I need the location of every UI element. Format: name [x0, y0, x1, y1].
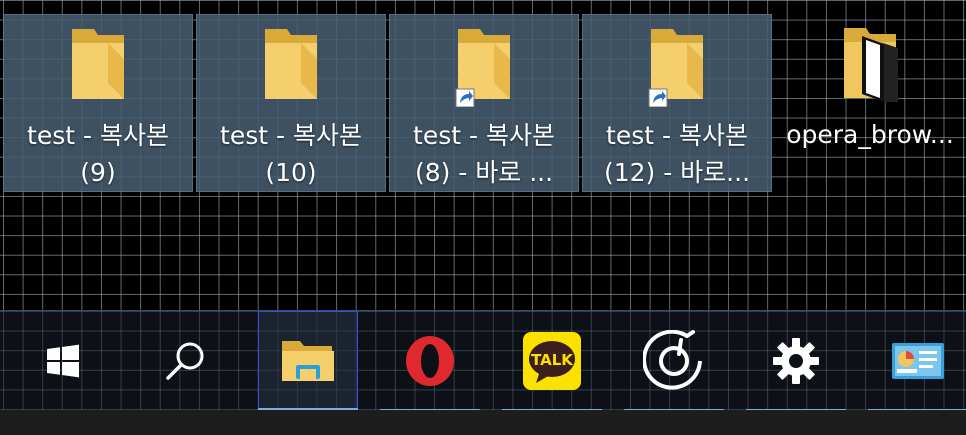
settings-gear-icon — [773, 338, 819, 384]
folder-icon — [265, 29, 317, 99]
desktop-icons: test - 복사본 (9) test - 복사본 (10) test - 복사… — [3, 14, 966, 192]
start-button[interactable] — [13, 311, 113, 411]
taskbar-kakaotalk[interactable]: TALK — [502, 311, 602, 413]
folder-shortcut-icon — [648, 29, 703, 107]
taskbar-file-explorer[interactable] — [258, 311, 358, 412]
desktop-item-label-line2: (9) — [80, 158, 116, 187]
opera-icon — [406, 336, 454, 386]
search-button[interactable] — [135, 311, 235, 411]
desktop-item-label-line2: (10) — [265, 158, 317, 187]
desktop-item-opera-browser[interactable]: opera_brow... — [775, 14, 965, 192]
windows-start-icon — [47, 344, 79, 378]
kakaotalk-icon: TALK — [523, 332, 581, 390]
desktop-item-label-line1: opera_brow... — [786, 120, 954, 149]
folder-icon — [72, 29, 124, 99]
file-explorer-icon — [282, 341, 334, 381]
taskbar-groove-music[interactable] — [624, 311, 724, 413]
desktop-item-label-line2: (12) - 바로... — [603, 158, 751, 187]
desktop-item-test-copy-8-shortcut[interactable]: test - 복사본 (8) - 바로 ... — [389, 14, 579, 192]
desktop-item-test-copy-10[interactable]: test - 복사본 (10) — [196, 14, 386, 192]
groove-music-icon — [643, 330, 702, 390]
desktop-item-label-line2: (8) - 바로 ... — [414, 158, 554, 187]
taskbar-opera[interactable] — [380, 311, 480, 413]
desktop-item-label-line1: test - 복사본 — [413, 121, 555, 150]
desktop-item-label-line1: test - 복사본 — [606, 121, 748, 150]
search-icon — [166, 342, 204, 380]
desktop-item-test-copy-12-shortcut[interactable]: test - 복사본 (12) - 바로... — [582, 14, 772, 192]
desktop-item-label-line1: test - 복사본 — [27, 121, 169, 150]
desktop-item-test-copy-9[interactable]: test - 복사본 (9) — [3, 14, 193, 192]
control-panel-icon — [892, 343, 944, 379]
taskbar-settings[interactable] — [746, 311, 846, 413]
taskbar: TALK — [0, 310, 966, 413]
folder-shortcut-icon — [455, 29, 510, 107]
kakaotalk-label: TALK — [531, 351, 574, 369]
opera-archive-icon — [844, 28, 898, 102]
desktop-item-label-line1: test - 복사본 — [220, 121, 362, 150]
taskbar-control-panel[interactable] — [868, 311, 966, 413]
bottom-strip — [0, 410, 966, 435]
